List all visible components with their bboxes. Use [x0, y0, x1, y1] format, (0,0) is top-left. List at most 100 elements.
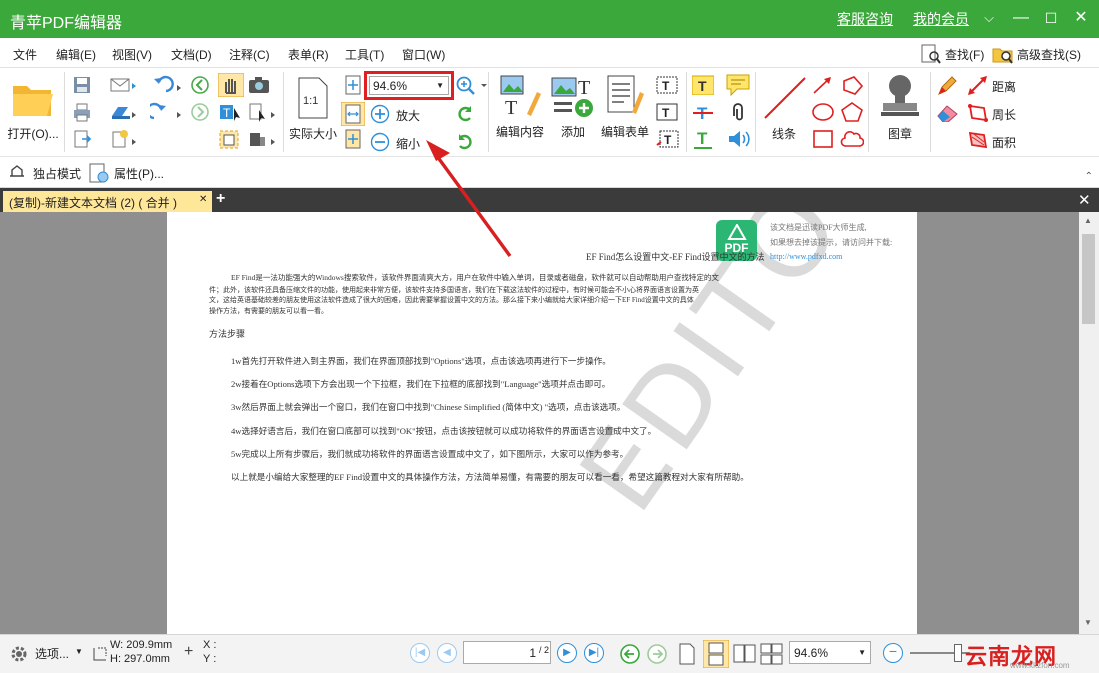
- email-icon[interactable]: [109, 75, 139, 95]
- exclusive-mode-button[interactable]: 独占模式: [33, 165, 81, 182]
- page-number-field[interactable]: 1 / 2: [463, 641, 551, 664]
- pdf-page[interactable]: EDITOR PDF 该文档是迅读PDF大师生成, 如果想去掉该提示，请访问并下…: [167, 212, 917, 634]
- strikeout-icon[interactable]: T: [692, 102, 714, 122]
- area-label[interactable]: 面积: [992, 134, 1016, 151]
- scan-icon[interactable]: [109, 102, 139, 122]
- menu-tools[interactable]: 工具(T): [345, 46, 384, 63]
- arrow-tool-icon[interactable]: [811, 75, 835, 95]
- document-tab[interactable]: (复制)-新建文本文档 (2) ( 合并 ) ✕: [3, 191, 212, 212]
- zoom-combo[interactable]: 94.6% ▼: [369, 76, 449, 95]
- zoom-out-icon[interactable]: [370, 132, 390, 152]
- last-page-button[interactable]: ▶|: [584, 643, 604, 663]
- callout-icon[interactable]: T: [656, 129, 680, 149]
- properties-button[interactable]: 属性(P)...: [114, 165, 164, 182]
- scroll-down-icon[interactable]: ▼: [1084, 618, 1092, 627]
- select-object-icon[interactable]: [247, 102, 277, 122]
- snapshot-icon[interactable]: [247, 75, 271, 95]
- area-icon[interactable]: [966, 129, 990, 149]
- add-button[interactable]: T 添加: [550, 74, 596, 140]
- advanced-find-button[interactable]: 高级查找(S): [992, 44, 1081, 64]
- save-icon[interactable]: [72, 75, 92, 95]
- fit-page-icon[interactable]: [343, 75, 363, 95]
- menu-view[interactable]: 视图(V): [112, 46, 152, 63]
- note-icon[interactable]: [725, 73, 751, 97]
- next-page-button[interactable]: ▶: [557, 643, 577, 663]
- fit-width-icon[interactable]: [341, 102, 365, 126]
- typewriter-icon[interactable]: T: [692, 75, 714, 95]
- continuous-page-icon[interactable]: [703, 640, 729, 668]
- polygon-tool-icon[interactable]: [840, 75, 864, 95]
- text-field-icon[interactable]: T: [656, 75, 680, 95]
- zoom-dropdown-icon[interactable]: [455, 75, 489, 95]
- undo-icon[interactable]: [150, 75, 184, 95]
- continuous-facing-icon[interactable]: [760, 643, 784, 665]
- edit-form-button[interactable]: 编辑表单: [598, 74, 652, 140]
- close-all-tabs-icon[interactable]: ✕: [1078, 191, 1091, 209]
- zoom-slider-handle[interactable]: [954, 644, 962, 662]
- attachment-icon[interactable]: [728, 102, 748, 122]
- zoom-in-icon[interactable]: [370, 104, 390, 124]
- menu-document[interactable]: 文档(D): [171, 46, 212, 63]
- fit-visible-icon[interactable]: [343, 129, 363, 149]
- notice-url[interactable]: http://www.pdfxd.com: [770, 252, 842, 261]
- status-zoom-combo[interactable]: 94.6% ▼: [789, 641, 871, 664]
- print-icon[interactable]: [72, 102, 92, 122]
- menu-file[interactable]: 文件: [13, 46, 37, 63]
- open-button[interactable]: 打开(O)...: [4, 76, 62, 142]
- options-dropdown-icon[interactable]: ▼: [75, 647, 83, 656]
- notice-line1: 该文档是迅读PDF大师生成,: [770, 223, 867, 232]
- text-box-icon[interactable]: T: [656, 102, 680, 122]
- find-button[interactable]: 查找(F): [920, 44, 984, 64]
- distance-icon[interactable]: [966, 75, 990, 95]
- stamp-button[interactable]: 图章: [873, 72, 927, 142]
- perimeter-label[interactable]: 周长: [992, 106, 1016, 123]
- cloud-tool-icon[interactable]: [840, 129, 864, 149]
- status-zoom-out-button[interactable]: −: [883, 643, 903, 663]
- new-tab-icon[interactable]: +: [216, 190, 225, 208]
- vertical-scrollbar[interactable]: ▲ ▼: [1079, 212, 1099, 634]
- minimize-button[interactable]: —: [1007, 6, 1035, 30]
- options-button[interactable]: 选项...: [35, 645, 69, 662]
- membership-link[interactable]: 我的会员: [913, 9, 969, 29]
- sound-icon[interactable]: [727, 129, 751, 149]
- first-page-button[interactable]: |◀: [410, 643, 430, 663]
- scrollbar-thumb[interactable]: [1082, 234, 1095, 324]
- single-page-icon[interactable]: [678, 643, 696, 665]
- new-document-icon[interactable]: [109, 129, 139, 149]
- forward-view-icon[interactable]: [646, 643, 668, 665]
- hand-tool-icon[interactable]: [218, 73, 244, 97]
- previous-page-button[interactable]: ◀: [437, 643, 457, 663]
- collapse-ribbon-icon[interactable]: ⌃: [1085, 171, 1093, 182]
- next-view-icon[interactable]: [190, 102, 210, 122]
- actual-size-button[interactable]: 1:1 实际大小: [287, 76, 339, 142]
- marker-tool-icon[interactable]: [247, 129, 277, 149]
- menu-form[interactable]: 表单(R): [288, 46, 329, 63]
- menu-window[interactable]: 窗口(W): [402, 46, 445, 63]
- zoom-in-label[interactable]: 放大: [396, 107, 420, 124]
- back-view-icon[interactable]: [619, 643, 641, 665]
- select-text-icon[interactable]: T: [218, 102, 242, 122]
- scroll-up-icon[interactable]: ▲: [1084, 216, 1092, 225]
- redo-icon[interactable]: [150, 102, 184, 122]
- membership-dropdown-icon[interactable]: ⌵: [975, 6, 1003, 30]
- close-button[interactable]: ✕: [1067, 6, 1095, 30]
- menu-edit[interactable]: 编辑(E): [56, 46, 96, 63]
- pentagon-tool-icon[interactable]: [840, 102, 864, 122]
- ellipse-tool-icon[interactable]: [811, 102, 835, 122]
- facing-pages-icon[interactable]: [733, 643, 757, 665]
- export-icon[interactable]: [72, 129, 92, 149]
- rotate-left-icon[interactable]: [455, 104, 475, 124]
- perimeter-icon[interactable]: [966, 102, 990, 122]
- marquee-zoom-icon[interactable]: [218, 129, 242, 149]
- support-link[interactable]: 客服咨询: [837, 9, 893, 29]
- rectangle-tool-icon[interactable]: [811, 129, 835, 149]
- lines-button[interactable]: 线条: [760, 74, 808, 142]
- underline-icon[interactable]: T: [692, 129, 714, 149]
- pencil-icon[interactable]: [936, 75, 960, 95]
- tab-close-icon[interactable]: ✕: [199, 194, 207, 205]
- maximize-button[interactable]: ☐: [1037, 6, 1065, 30]
- previous-view-icon[interactable]: [190, 75, 210, 95]
- distance-label[interactable]: 距离: [992, 78, 1016, 95]
- eraser-icon[interactable]: [936, 102, 960, 122]
- menu-comment[interactable]: 注释(C): [229, 46, 270, 63]
